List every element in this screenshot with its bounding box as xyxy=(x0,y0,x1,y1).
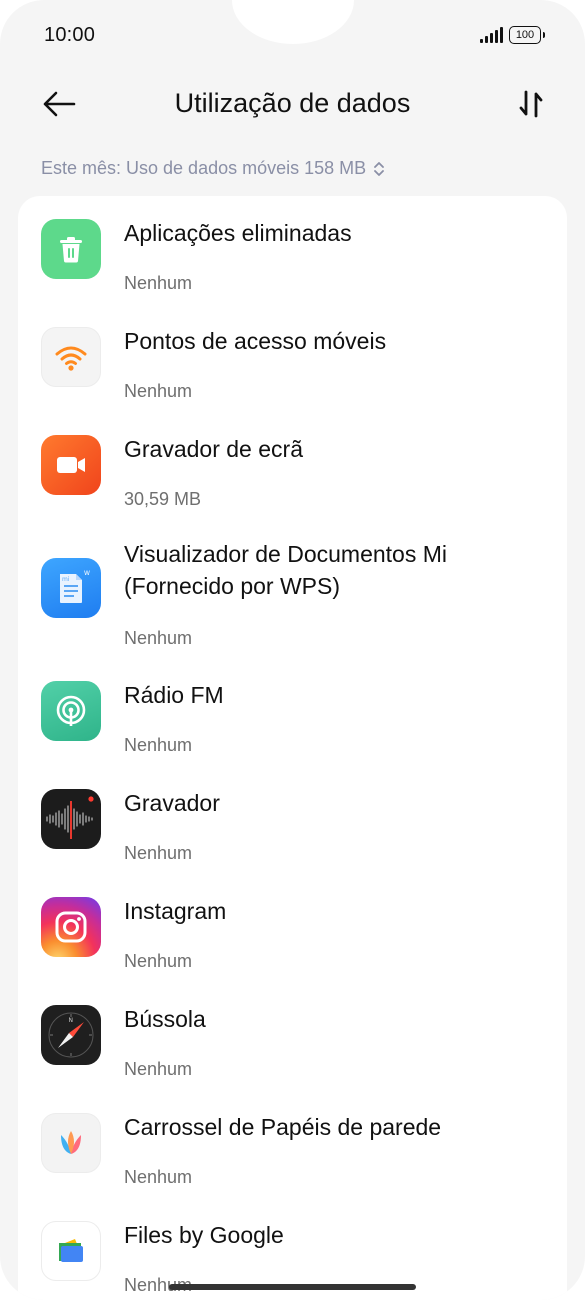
voice-recorder-icon xyxy=(41,789,101,849)
page-title: Utilização de dados xyxy=(174,88,411,118)
app-name-line-2: (Fornecido por WPS) xyxy=(124,573,341,599)
app-name: Aplicações eliminadas xyxy=(124,220,352,246)
svg-text:N: N xyxy=(69,1017,74,1024)
compass-icon: N xyxy=(41,1005,101,1065)
screen-recorder-icon xyxy=(41,435,101,495)
trash-icon xyxy=(41,219,101,279)
expand-collapse-icon xyxy=(374,161,385,176)
list-item-wallpaper-carousel[interactable]: Carrossel de Papéis de parede Nenhum xyxy=(18,1104,567,1194)
app-data-usage: Nenhum xyxy=(124,381,193,401)
list-item-mobile-hotspot[interactable]: Pontos de acesso móveis Nenhum xyxy=(18,318,567,408)
usage-period-label: Este mês: Uso de dados móveis 158 MB xyxy=(41,158,367,178)
list-item-voice-recorder[interactable]: Gravador Nenhum xyxy=(18,780,567,870)
app-data-usage: Nenhum xyxy=(124,273,193,293)
wifi-hotspot-icon xyxy=(41,327,101,387)
app-usage-list: Aplicações eliminadas Nenhum Pontos de a… xyxy=(18,196,567,1300)
app-data-usage: Nenhum xyxy=(124,735,193,755)
phone-screen: 10:00 100 Utilização de dados Este mês: … xyxy=(0,0,585,1300)
list-item-fm-radio[interactable]: Rádio FM Nenhum xyxy=(18,672,567,762)
list-item-deleted-apps[interactable]: Aplicações eliminadas Nenhum xyxy=(18,210,567,300)
wallpaper-carousel-icon xyxy=(41,1113,101,1173)
app-data-usage: Nenhum xyxy=(124,1167,193,1187)
camera-notch xyxy=(232,0,354,44)
status-icons: 100 xyxy=(480,26,545,44)
app-name: Gravador xyxy=(124,790,220,816)
app-data-usage: Nenhum xyxy=(124,843,193,863)
svg-text:W: W xyxy=(84,570,90,577)
app-name: Bússola xyxy=(124,1006,206,1032)
instagram-icon xyxy=(41,897,101,957)
sort-button[interactable] xyxy=(511,84,551,124)
top-bar: Utilização de dados xyxy=(0,74,585,134)
list-item-mi-document-viewer[interactable]: mi W Visualizador de Documentos Mi (Forn… xyxy=(18,534,567,654)
app-name: Gravador de ecrã xyxy=(124,436,303,462)
usage-period-selector[interactable]: Este mês: Uso de dados móveis 158 MB xyxy=(41,158,386,179)
app-data-usage: Nenhum xyxy=(124,1059,193,1079)
app-name: Rádio FM xyxy=(124,682,224,708)
app-data-usage: 30,59 MB xyxy=(124,489,202,509)
status-time: 10:00 xyxy=(44,24,96,46)
fm-radio-icon xyxy=(41,681,101,741)
battery-icon: 100 xyxy=(509,26,545,44)
app-name: Files by Google xyxy=(124,1222,284,1248)
svg-text:mi: mi xyxy=(62,576,70,583)
list-item-compass[interactable]: N Bússola Nenhum xyxy=(18,996,567,1086)
home-indicator[interactable] xyxy=(169,1284,416,1290)
app-name: Instagram xyxy=(124,898,227,924)
files-by-google-icon xyxy=(41,1221,101,1281)
list-item-screen-recorder[interactable]: Gravador de ecrã 30,59 MB xyxy=(18,426,567,516)
app-data-usage: Nenhum xyxy=(124,628,193,648)
app-data-usage: Nenhum xyxy=(124,951,193,971)
app-name-line-1: Visualizador de Documentos Mi xyxy=(124,541,448,567)
app-name: Carrossel de Papéis de parede xyxy=(124,1114,442,1140)
list-item-instagram[interactable]: Instagram Nenhum xyxy=(18,888,567,978)
document-viewer-icon: mi W xyxy=(41,558,101,618)
signal-icon xyxy=(480,27,503,43)
sort-icon xyxy=(519,90,543,118)
app-name: Pontos de acesso móveis xyxy=(124,328,387,354)
